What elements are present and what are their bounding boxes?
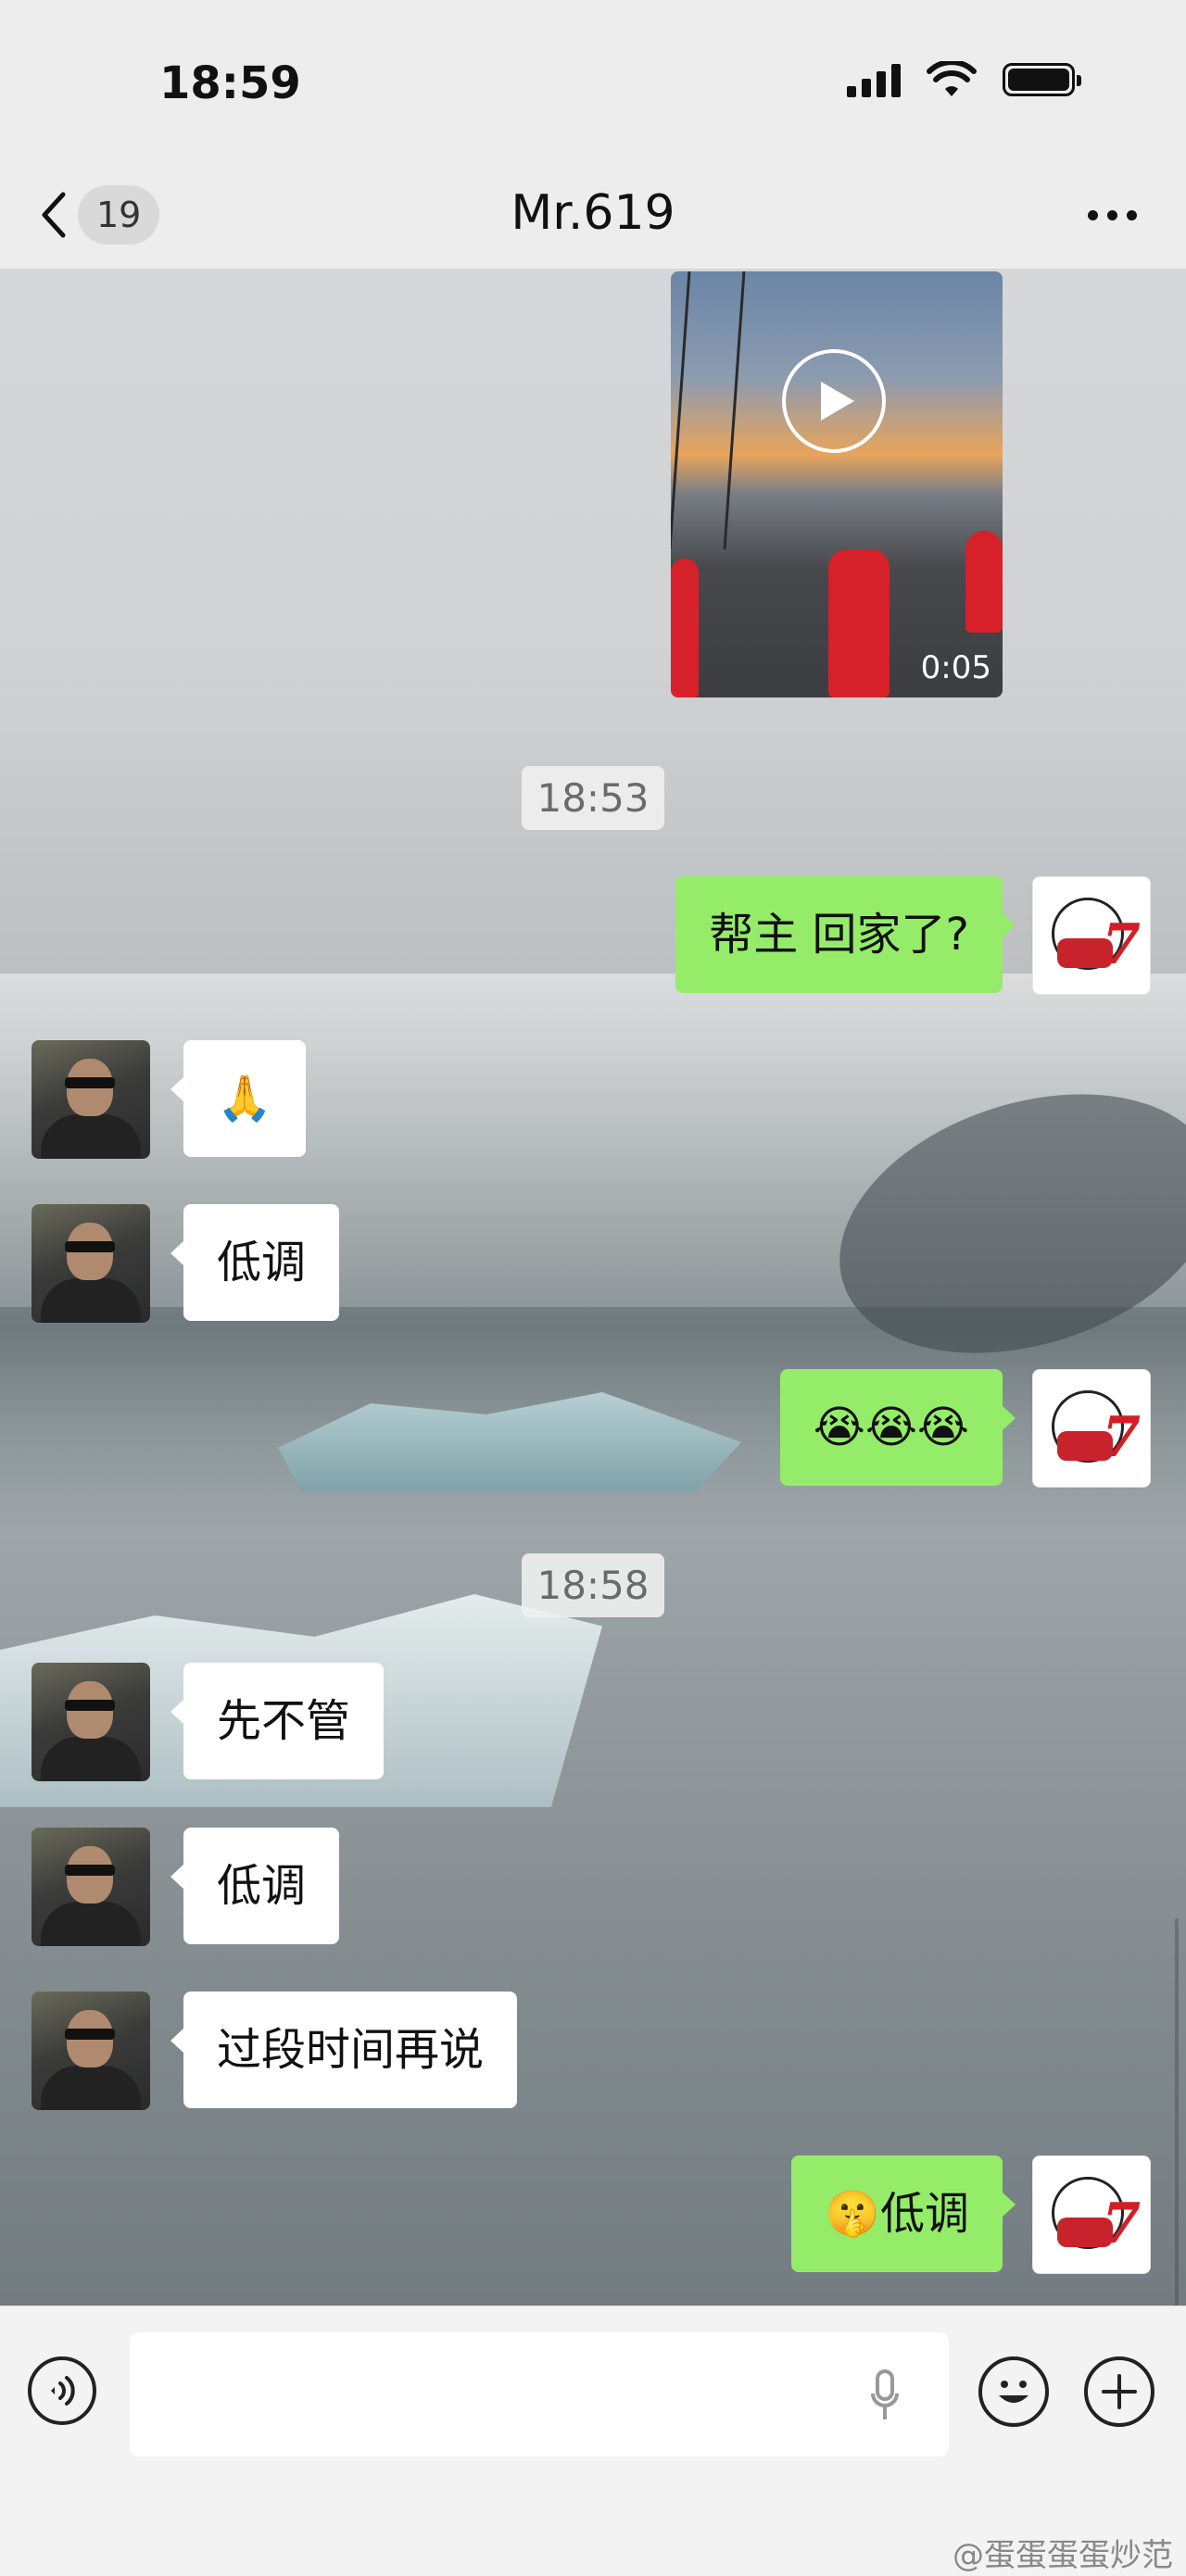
message-bubble-received[interactable]: 低调 <box>170 1204 340 1321</box>
contact-avatar[interactable] <box>32 1204 150 1323</box>
more-options-button[interactable] <box>1075 185 1149 245</box>
voice-wave-icon <box>51 2376 75 2406</box>
wifi-icon <box>927 61 977 96</box>
message-bubble-sent[interactable]: 帮主 回家了? <box>675 876 1016 993</box>
message-bubble-received[interactable]: 🙏 <box>170 1040 306 1157</box>
message-text-input[interactable] <box>130 2332 949 2457</box>
battery-icon <box>1003 63 1081 96</box>
message-bubble-sent[interactable]: 😭😭😭 <box>779 1369 1016 1486</box>
message-bubble-received[interactable]: 低调 <box>170 1828 340 1944</box>
status-icons <box>847 61 1081 98</box>
video-duration: 0:05 <box>920 649 991 686</box>
my-avatar[interactable]: 7 <box>1032 876 1151 995</box>
voice-input-button[interactable] <box>28 2356 96 2425</box>
contact-avatar[interactable] <box>32 1992 150 2110</box>
message-bubble-received[interactable]: 先不管 <box>170 1663 385 1779</box>
emoji-button[interactable] <box>978 2356 1049 2427</box>
more-functions-button[interactable] <box>1084 2356 1154 2427</box>
contact-avatar[interactable] <box>32 1663 150 1781</box>
smiley-face-icon <box>999 2381 1028 2403</box>
bottom-safe-area: @蛋蛋蛋蛋炒范 <box>0 2472 1186 2576</box>
message-bubble-sent[interactable]: 🤫低调 <box>791 2155 1016 2272</box>
message-timestamp: 18:58 <box>0 1553 1186 1617</box>
message-timestamp: 18:53 <box>0 766 1186 830</box>
my-avatar[interactable]: 7 <box>1032 2155 1151 2274</box>
more-dot-icon <box>1087 209 1098 220</box>
chat-title: Mr.619 <box>511 185 675 241</box>
message-input-bar <box>0 2306 1186 2473</box>
chat-header: 19 Mr.619 <box>0 167 1186 270</box>
cellular-signal-icon <box>847 62 901 97</box>
plus-icon <box>1102 2374 1137 2409</box>
chat-message-list[interactable]: 0:05 18:53 7 帮主 回家了? 🙏 低调 7 😭😭😭 18:58 先不… <box>0 270 1186 2306</box>
message-bubble-received[interactable]: 过段时间再说 <box>170 1992 518 2108</box>
microphone-icon[interactable] <box>871 2368 899 2423</box>
background-ice-floe <box>278 1392 741 1492</box>
status-bar: 18:59 <box>0 0 1186 167</box>
watermark-text: @蛋蛋蛋蛋炒范 <box>953 2537 1173 2574</box>
contact-avatar[interactable] <box>32 1828 150 1946</box>
scrollbar[interactable] <box>1175 1918 1179 2306</box>
video-message[interactable]: 0:05 <box>671 271 1003 697</box>
status-time: 18:59 <box>159 57 301 109</box>
contact-avatar[interactable] <box>32 1040 150 1159</box>
play-icon <box>821 382 854 421</box>
play-video-button[interactable] <box>782 349 886 453</box>
my-avatar[interactable]: 7 <box>1032 1369 1151 1488</box>
power-tower-image <box>671 271 746 549</box>
